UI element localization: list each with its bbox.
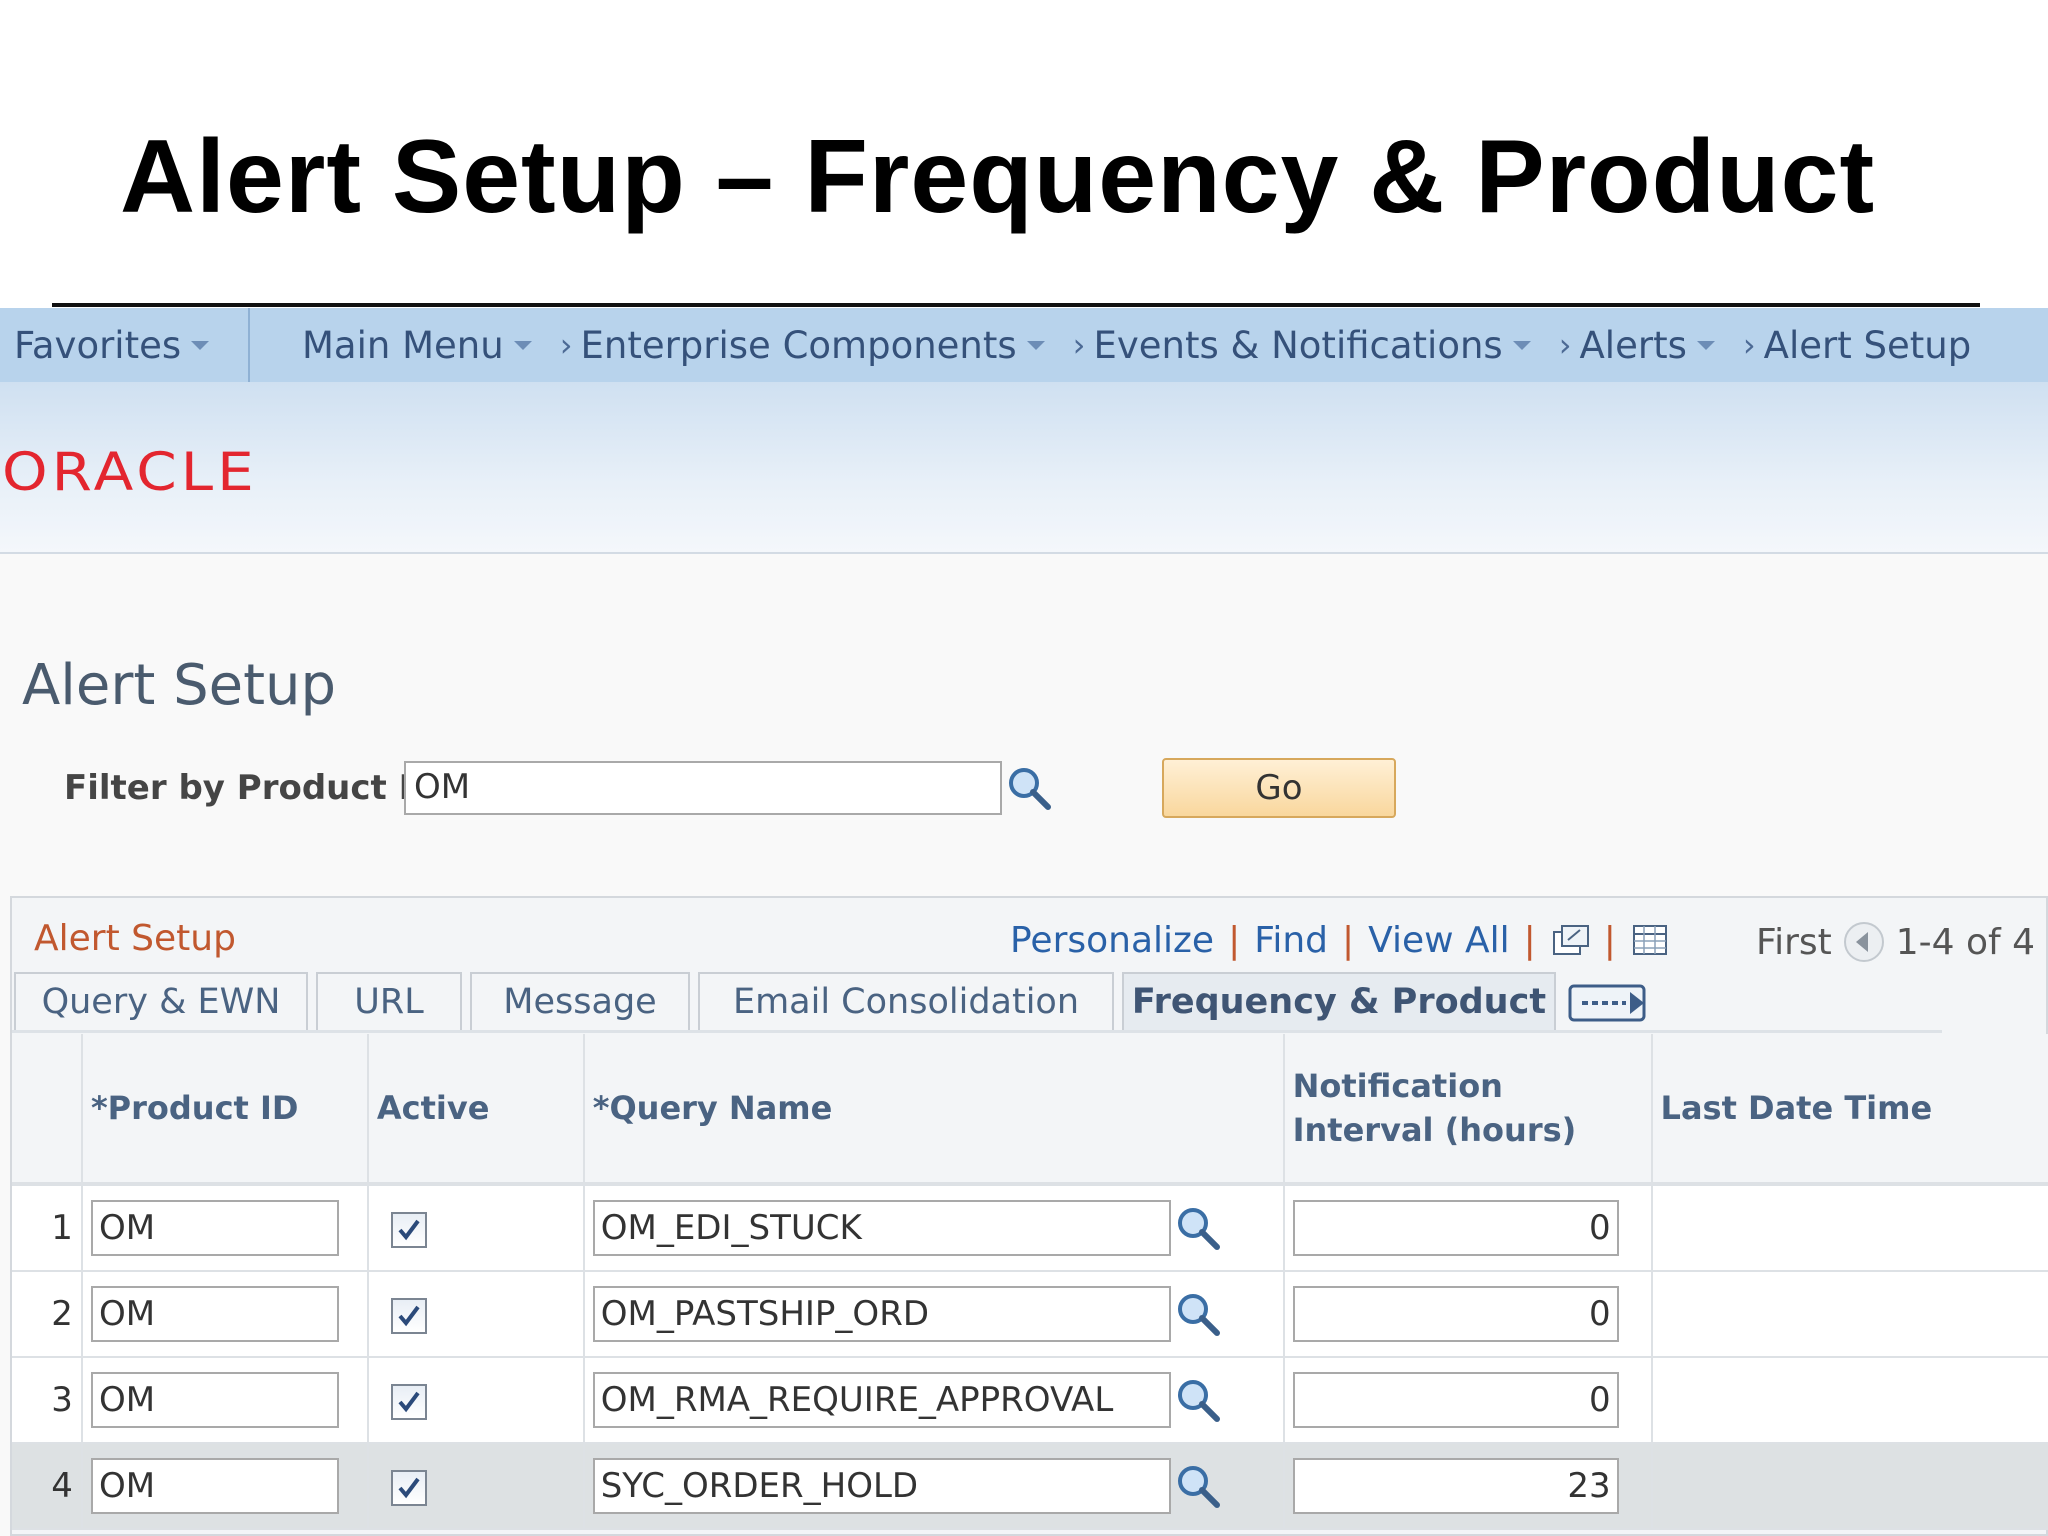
favorites-menu[interactable]: Favorites	[0, 308, 250, 382]
active-checkbox[interactable]	[390, 1297, 427, 1334]
checkmark-icon	[398, 1219, 420, 1240]
tab-frequency-product[interactable]: Frequency & Product	[1122, 972, 1556, 1032]
tab-email-consolidation[interactable]: Email Consolidation	[698, 972, 1114, 1032]
tab-message[interactable]: Message	[470, 972, 690, 1032]
checkmark-icon	[398, 1305, 420, 1326]
notification-interval-input[interactable]: 0	[1292, 1286, 1619, 1342]
breadcrumb-separator-icon: ›	[1558, 326, 1572, 364]
active-checkbox[interactable]	[390, 1211, 427, 1248]
table-row: 3 OM OM_RMA_REQUIRE_APPROVAL 0	[12, 1357, 2048, 1444]
header-banner: ORACLE	[0, 382, 2048, 554]
lookup-magnifier-icon[interactable]	[1006, 765, 1052, 811]
breadcrumb-separator-icon: ›	[1072, 326, 1086, 364]
breadcrumb-alert-setup[interactable]: Alert Setup	[1764, 324, 1972, 367]
breadcrumb-separator-icon: ›	[559, 326, 573, 364]
product-id-input[interactable]: OM	[90, 1286, 339, 1342]
personalize-link[interactable]: Personalize	[1010, 920, 1214, 961]
table-row: 4 OM SYC_ORDER_HOLD 23	[12, 1443, 2048, 1530]
alert-table: *Product ID Active *Query Name Notificat…	[12, 1034, 2048, 1530]
main-menu[interactable]: Main Menu	[302, 324, 504, 367]
row-number: 1	[12, 1184, 83, 1272]
lookup-magnifier-icon[interactable]	[1175, 1205, 1221, 1251]
product-id-input[interactable]: OM	[90, 1372, 339, 1428]
first-link[interactable]: First	[1756, 922, 1832, 963]
peoplesoft-screenshot: Favorites Main Menu › Enterprise Compone…	[0, 308, 2048, 1536]
grid-toolbar: Personalize | Find | View All | |	[1010, 920, 1670, 961]
query-name-input[interactable]: OM_PASTSHIP_ORD	[592, 1286, 1171, 1342]
oracle-logo: ORACLE	[2, 441, 258, 503]
breadcrumb-events-notifications[interactable]: Events & Notifications	[1093, 324, 1502, 367]
last-date-time-cell	[1651, 1443, 2048, 1530]
find-link[interactable]: Find	[1254, 920, 1328, 961]
active-checkbox[interactable]	[390, 1469, 427, 1506]
new-window-icon[interactable]	[1550, 924, 1590, 958]
column-header-last-date-time: Last Date Time	[1651, 1034, 2048, 1186]
product-id-filter-input[interactable]: OM	[404, 761, 1002, 815]
query-name-input[interactable]: SYC_ORDER_HOLD	[592, 1458, 1171, 1514]
filter-label: Filter by Product ID	[64, 768, 440, 808]
go-button[interactable]: Go	[1162, 758, 1396, 818]
row-range-count: 1-4 of 4	[1895, 921, 2036, 963]
product-id-input[interactable]: OM	[90, 1458, 339, 1514]
slide-title: Alert Setup – Frequency & Product	[120, 119, 1876, 235]
column-header-notification-interval: Notification Interval (hours)	[1283, 1034, 1653, 1186]
notification-interval-input[interactable]: 0	[1292, 1372, 1619, 1428]
checkmark-icon	[398, 1391, 420, 1412]
last-date-time-cell	[1651, 1184, 2048, 1272]
column-header-query-name: *Query Name	[583, 1034, 1285, 1186]
row-number-header	[12, 1034, 83, 1186]
tab-url[interactable]: URL	[316, 972, 462, 1032]
notification-interval-input[interactable]: 0	[1292, 1200, 1619, 1256]
query-name-input[interactable]: OM_EDI_STUCK	[592, 1200, 1171, 1256]
active-checkbox[interactable]	[390, 1383, 427, 1420]
table-row: 1 OM OM_EDI_STUCK 0	[12, 1184, 2048, 1272]
favorites-label: Favorites	[14, 323, 182, 367]
table-header-row: *Product ID Active *Query Name Notificat…	[12, 1034, 2048, 1186]
previous-arrow-icon[interactable]	[1842, 920, 1886, 964]
alert-setup-grid: Alert Setup Personalize | Find | View Al…	[10, 896, 2048, 1536]
view-all-link[interactable]: View All	[1368, 920, 1510, 961]
chevron-down-icon	[191, 340, 210, 350]
row-navigation: First 1-4 of 4	[1756, 920, 2035, 964]
lookup-magnifier-icon[interactable]	[1175, 1291, 1221, 1337]
row-number: 3	[12, 1357, 83, 1444]
download-spreadsheet-icon[interactable]	[1630, 924, 1670, 958]
breadcrumb-enterprise-components[interactable]: Enterprise Components	[580, 324, 1016, 367]
page-title: Alert Setup	[22, 653, 337, 718]
title-divider	[52, 303, 1980, 307]
query-name-input[interactable]: OM_RMA_REQUIRE_APPROVAL	[592, 1372, 1171, 1428]
product-id-input[interactable]: OM	[90, 1200, 339, 1256]
chevron-down-icon	[513, 340, 532, 350]
breadcrumb-separator-icon: ›	[1742, 326, 1756, 364]
notification-interval-input[interactable]: 23	[1292, 1458, 1619, 1514]
row-number: 4	[12, 1443, 83, 1530]
lookup-magnifier-icon[interactable]	[1175, 1377, 1221, 1423]
tab-divider	[12, 1030, 1942, 1033]
grid-tabs: Query & EWN URL Message Email Consolidat…	[12, 972, 2048, 1032]
row-number: 2	[12, 1271, 83, 1358]
column-header-active: Active	[367, 1034, 585, 1186]
checkmark-icon	[398, 1477, 420, 1498]
chevron-down-icon	[1026, 340, 1045, 350]
grid-title: Alert Setup	[34, 918, 236, 959]
last-date-time-cell	[1651, 1271, 2048, 1358]
breadcrumb-alerts[interactable]: Alerts	[1580, 324, 1687, 367]
show-all-columns-icon[interactable]	[1568, 982, 1654, 1024]
lookup-magnifier-icon[interactable]	[1175, 1463, 1221, 1509]
table-row: 2 OM OM_PASTSHIP_ORD 0	[12, 1271, 2048, 1358]
top-navigation-bar: Favorites Main Menu › Enterprise Compone…	[0, 308, 2048, 382]
chevron-down-icon	[1696, 340, 1715, 350]
chevron-down-icon	[1512, 340, 1531, 350]
column-header-product-id: *Product ID	[81, 1034, 369, 1186]
tab-query-ewn[interactable]: Query & EWN	[14, 972, 308, 1032]
last-date-time-cell	[1651, 1357, 2048, 1444]
